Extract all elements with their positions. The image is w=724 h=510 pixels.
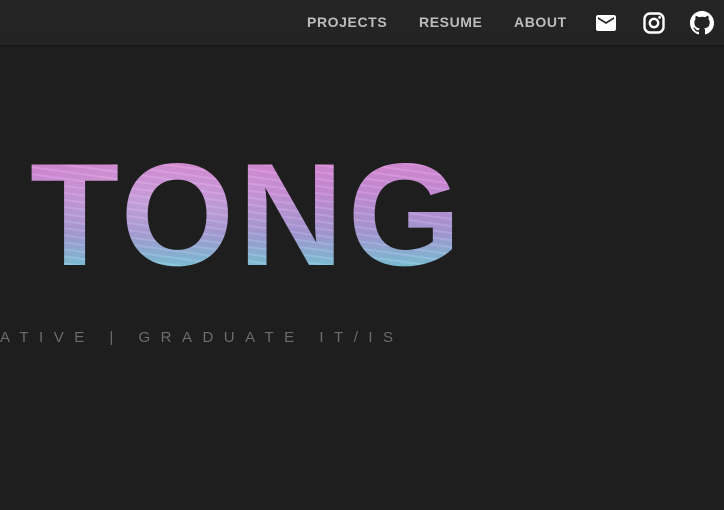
nav-link-about[interactable]: ABOUT	[514, 14, 567, 30]
nav-link-projects[interactable]: PROJECTS	[307, 14, 387, 30]
hero-subtitle: ATIVE | GRADUATE IT/IS	[0, 329, 404, 346]
navbar: PROJECTS RESUME ABOUT	[0, 0, 724, 45]
mail-icon[interactable]	[594, 11, 618, 35]
github-icon[interactable]	[690, 11, 714, 35]
instagram-icon[interactable]	[642, 11, 666, 35]
hero-name: TONG	[30, 133, 466, 296]
page: PROJECTS RESUME ABOUT TONG ATIVE | GRADU…	[0, 0, 724, 510]
nav-link-resume[interactable]: RESUME	[419, 14, 483, 30]
